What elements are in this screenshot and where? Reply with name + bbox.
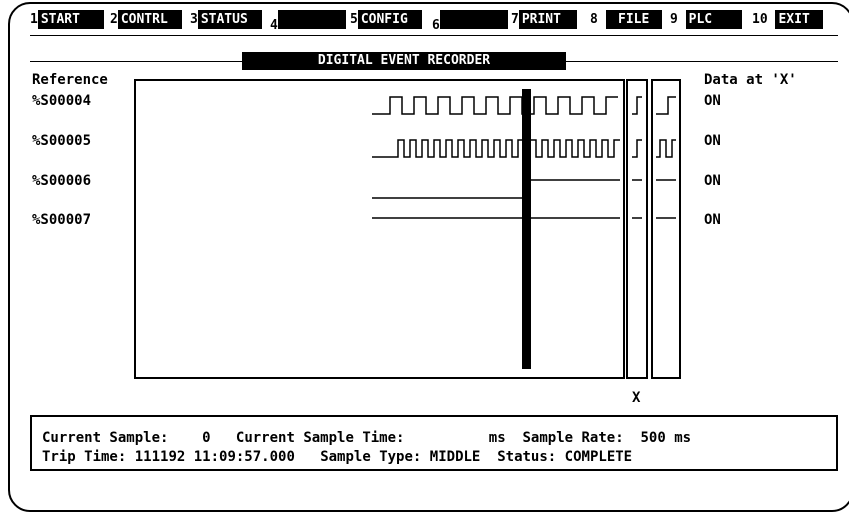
sample-rate-value: 500 ms	[640, 430, 692, 446]
trace-s00004	[372, 96, 618, 115]
current-sample-time-label: Current Sample Time:	[235, 430, 405, 446]
next-mark-s00004	[656, 96, 676, 115]
trip-time-label: Trip Time:	[42, 449, 127, 465]
status-line-1: Current Sample: 0 Current Sample Time: m…	[42, 430, 691, 446]
sample-rate-label: Sample Rate:	[522, 430, 624, 446]
current-sample-value: 0	[202, 430, 211, 446]
next-mark-s00005	[656, 139, 676, 158]
current-sample-time-unit: ms	[488, 430, 506, 446]
x-mark-s00005	[632, 139, 642, 158]
status-value: COMPLETE	[564, 449, 633, 465]
x-marker: X	[632, 390, 641, 406]
current-sample-label: Current Sample:	[42, 430, 169, 446]
status-label: Status:	[497, 449, 557, 465]
trace-s00005	[372, 139, 620, 158]
sample-type-label: Sample Type:	[320, 449, 422, 465]
x-mark-s00004	[632, 96, 642, 115]
status-line-2: Trip Time: 111192 11:09:57.000 Sample Ty…	[42, 449, 632, 465]
trip-time-value: 111192 11:09:57.000	[134, 449, 295, 465]
trace-s00006	[372, 179, 620, 199]
status-panel: Current Sample: 0 Current Sample Time: m…	[30, 415, 838, 471]
sample-type-value: MIDDLE	[429, 449, 481, 465]
